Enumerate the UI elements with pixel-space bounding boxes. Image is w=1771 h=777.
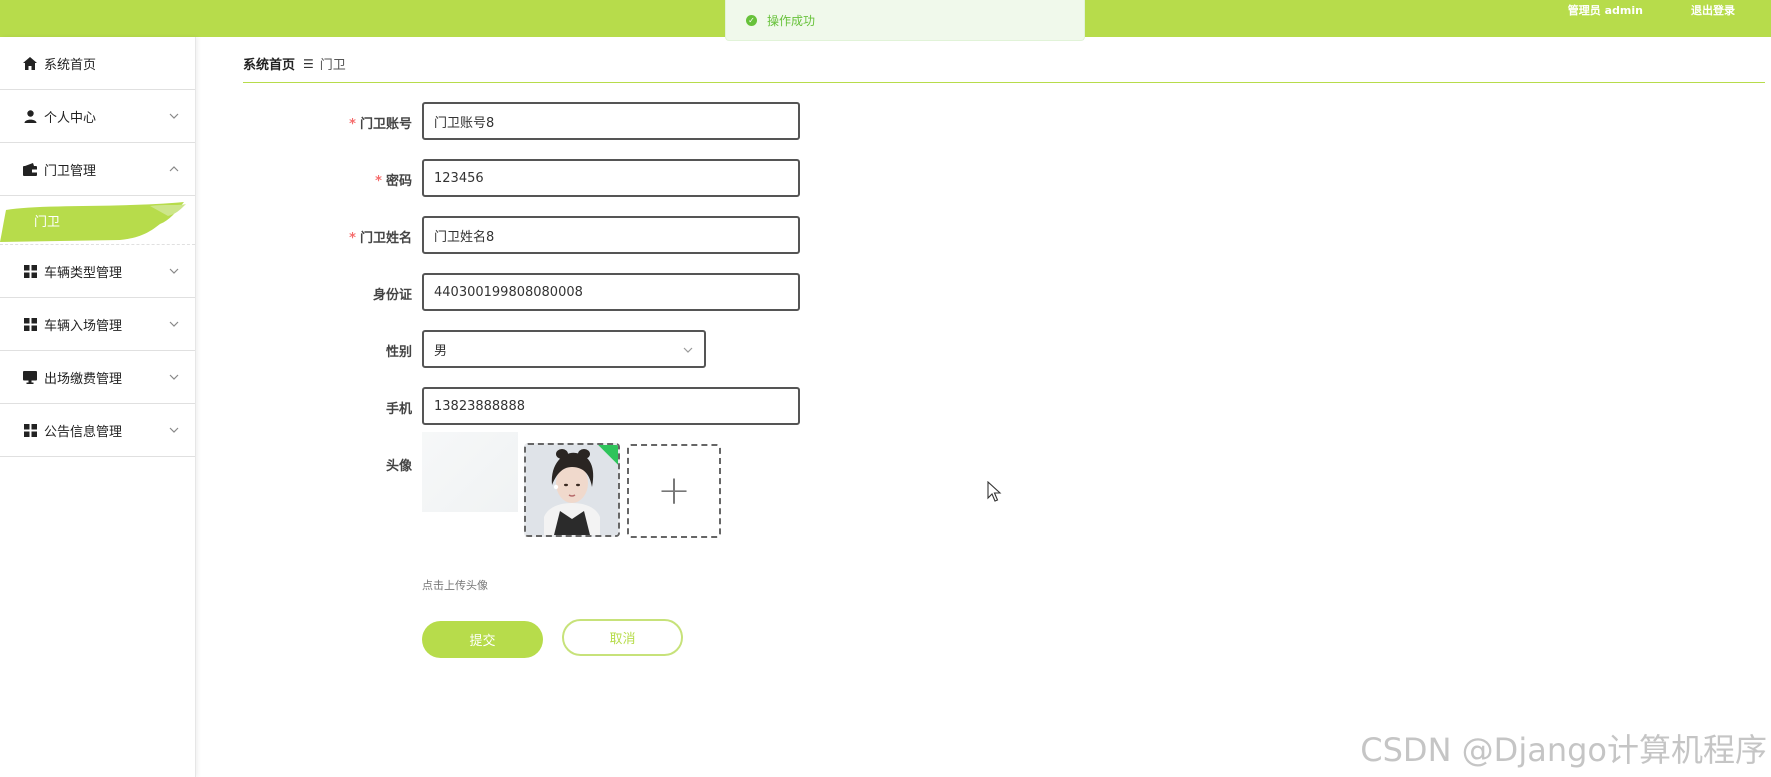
phone-label: 手机 [385, 402, 412, 417]
avatar-upload-button[interactable]: + [627, 444, 721, 538]
logout-link[interactable]: 退出登录 [1691, 2, 1735, 18]
current-user-label: 管理员 admin [1567, 4, 1643, 17]
home-icon [22, 55, 38, 71]
avatar-label: 头像 [385, 459, 412, 474]
sidebar-item-label: 车辆入场管理 [44, 318, 123, 334]
monitor-icon [22, 369, 38, 385]
sidebar-item-personal-center[interactable]: 个人中心 [0, 90, 195, 143]
breadcrumb-separator-icon: ☰ [303, 56, 314, 71]
breadcrumb-current: 门卫 [319, 58, 346, 73]
check-circle-icon: ✓ [746, 14, 757, 26]
sidebar-item-guard-management[interactable]: 门卫管理 [0, 143, 195, 196]
sidebar-item-label: 门卫管理 [44, 163, 97, 179]
breadcrumb: 系统首页 ☰ 门卫 [243, 54, 346, 74]
plus-icon: + [657, 468, 691, 514]
sidebar-subitem-guard[interactable]: 门卫 [0, 196, 195, 245]
chevron-down-icon [169, 321, 179, 327]
chevron-down-icon [169, 113, 179, 119]
sidebar-menu: 系统首页 个人中心 门卫管理 门卫 车辆类型管理 车辆入场管理 出场缴费管理 公… [0, 37, 196, 777]
avatar-upload-hint: 点击上传头像 [422, 579, 488, 592]
mouse-cursor-icon [987, 481, 1002, 502]
sidebar-item-announcements[interactable]: 公告信息管理 [0, 404, 195, 457]
sidebar-item-vehicle-entry[interactable]: 车辆入场管理 [0, 298, 195, 351]
breadcrumb-divider [243, 82, 1765, 83]
watermark-text: CSDN @Django计算机程序 [1360, 731, 1767, 769]
sidebar-item-home[interactable]: 系统首页 [0, 37, 195, 90]
chevron-down-icon [683, 347, 693, 353]
grid-icon [22, 263, 38, 279]
sidebar-item-vehicle-type[interactable]: 车辆类型管理 [0, 245, 195, 298]
sidebar-subitem-label: 门卫 [34, 215, 61, 230]
toast-message: 操作成功 [767, 13, 816, 28]
account-input[interactable] [422, 102, 800, 140]
success-toast: ✓ 操作成功 [725, 0, 1085, 41]
active-highlight-brush [0, 202, 186, 242]
chevron-down-icon [169, 268, 179, 274]
user-icon [22, 108, 38, 124]
phone-input[interactable] [422, 387, 800, 425]
gender-label: 性别 [385, 345, 412, 360]
required-marker: * [349, 231, 356, 246]
gender-select-value: 男 [434, 343, 448, 359]
gender-select[interactable]: 男 [422, 330, 706, 368]
grid-icon [22, 422, 38, 438]
avatar-thumbnail[interactable] [524, 443, 620, 537]
submit-button[interactable]: 提交 [422, 621, 543, 658]
id-card-input[interactable] [422, 273, 800, 311]
cancel-button[interactable]: 取消 [562, 619, 683, 656]
breadcrumb-home[interactable]: 系统首页 [243, 54, 295, 73]
required-marker: * [349, 117, 356, 132]
avatar-photo [526, 445, 618, 535]
sidebar-item-label: 个人中心 [44, 110, 97, 126]
chevron-down-icon [169, 374, 179, 380]
account-label: * 门卫账号 [349, 117, 412, 132]
chevron-up-icon [169, 166, 179, 172]
grid-icon [22, 316, 38, 332]
sidebar-item-label: 车辆类型管理 [44, 265, 123, 281]
avatar-fade-preview [422, 432, 518, 512]
id-card-label: 身份证 [372, 288, 412, 303]
name-label: * 门卫姓名 [349, 231, 412, 246]
name-input[interactable] [422, 216, 800, 254]
password-label: * 密码 [375, 174, 412, 189]
required-marker: * [375, 174, 382, 189]
sidebar-item-exit-payment[interactable]: 出场缴费管理 [0, 351, 195, 404]
wallet-icon [22, 161, 38, 177]
chevron-down-icon [169, 427, 179, 433]
sidebar-item-label: 出场缴费管理 [44, 371, 123, 387]
password-input[interactable] [422, 159, 800, 197]
sidebar-item-label: 系统首页 [44, 57, 97, 73]
sidebar-item-label: 公告信息管理 [44, 424, 123, 440]
